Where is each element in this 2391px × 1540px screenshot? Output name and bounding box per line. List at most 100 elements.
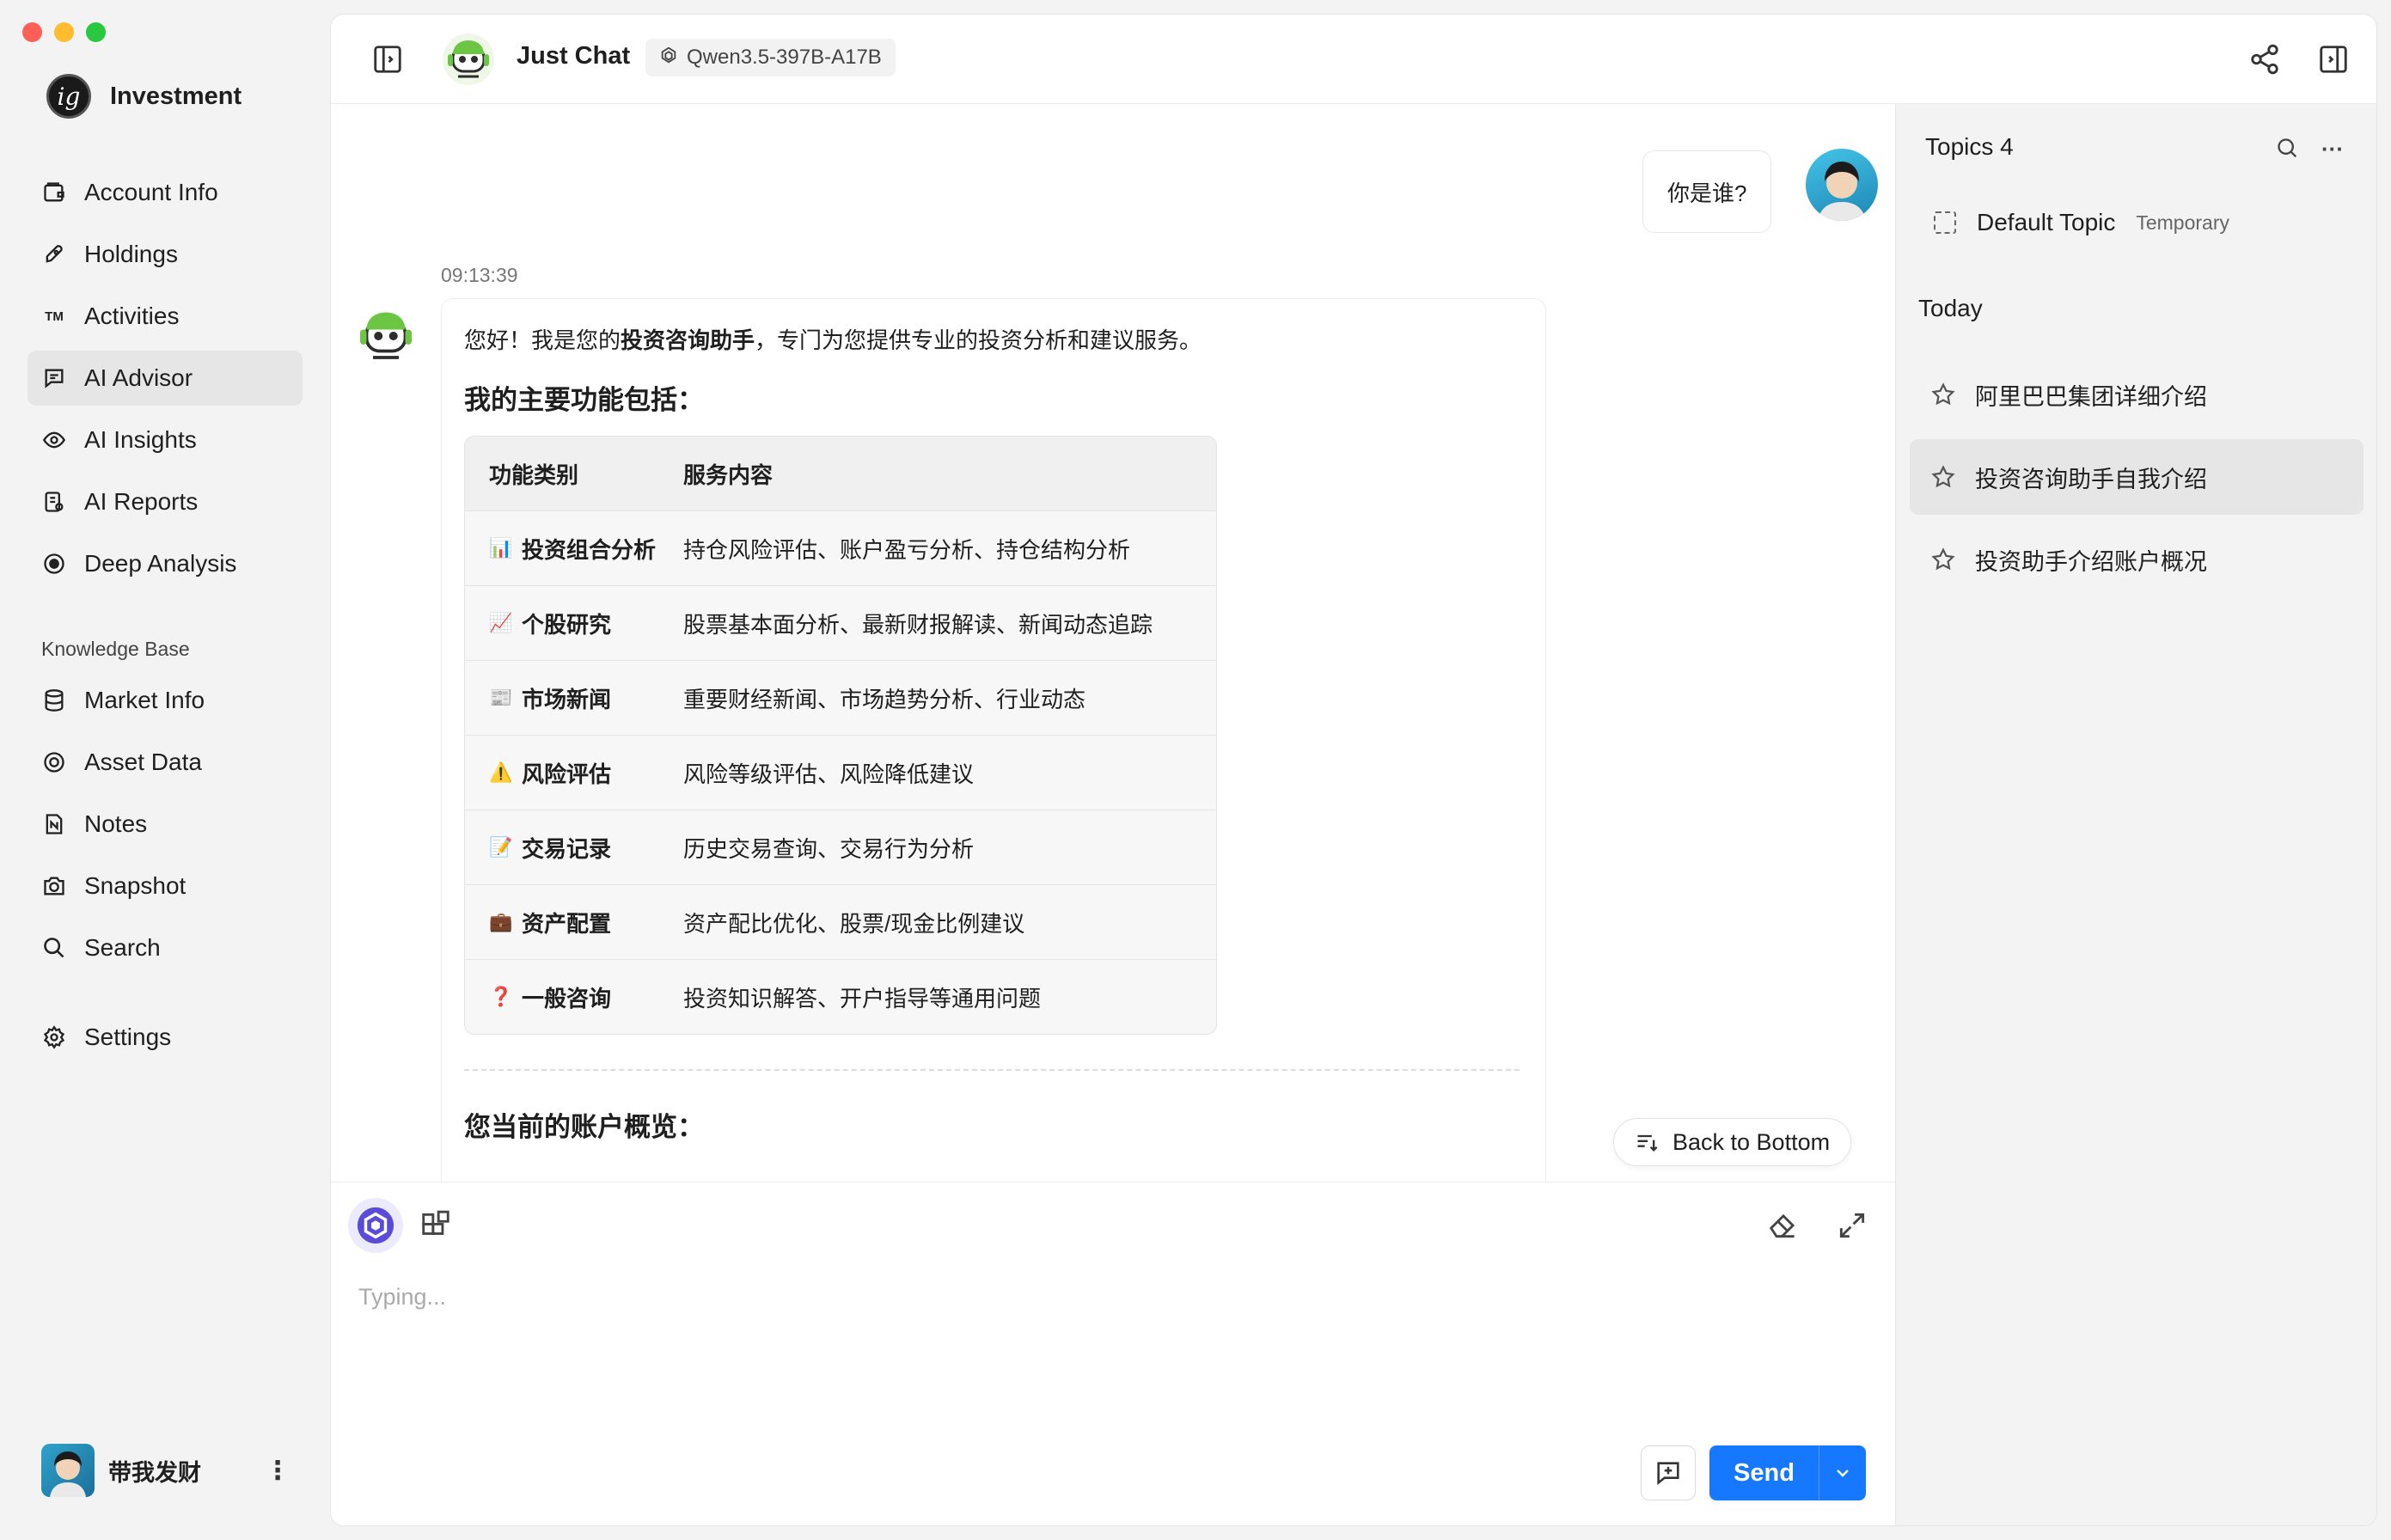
chevron-down-icon — [1837, 1470, 1849, 1477]
category: 个股研究 — [522, 611, 612, 638]
composer: Typing... Send — [331, 1182, 1895, 1525]
table-cell: 投资知识解答、开户指导等通用问题 — [683, 985, 1042, 1011]
table-cell: 股票基本面分析、最新财报解读、新闻动态追踪 — [683, 611, 1153, 638]
main-nav: Account Info Holdings TM Activities AI A… — [28, 165, 303, 1072]
warning-icon: ⚠️ — [489, 761, 513, 783]
topic-item[interactable]: 阿里巴巴集团详细介绍 — [1910, 357, 2363, 432]
camera-icon — [41, 873, 67, 899]
send-options-button[interactable] — [1819, 1445, 1866, 1500]
search-icon — [41, 935, 67, 961]
category: 交易记录 — [522, 835, 612, 862]
sidebar-item-ai-insights[interactable]: AI Insights — [28, 412, 303, 468]
topics-panel: Topics 4 ··· Default Topic Temporary Tod… — [1895, 104, 2376, 1525]
sidebar-item-label: Market Info — [84, 687, 205, 713]
message-timestamp: 09:13:39 — [441, 264, 518, 286]
search-topics-button[interactable] — [2271, 131, 2305, 166]
table-row: 📊 投资组合分析 持仓风险评估、账户盈亏分析、持仓结构分析 — [465, 510, 1216, 585]
bot-intro: 您好！我是您的投资咨询助手，专门为您提供专业的投资分析和建议服务。 — [464, 323, 1523, 358]
category: 风险评估 — [522, 761, 612, 787]
default-topic[interactable]: Default Topic Temporary — [1917, 195, 2363, 250]
table-cell: 历史交易查询、交易行为分析 — [683, 835, 975, 862]
features-table: 功能类别 服务内容 📊 投资组合分析 持仓风险评估、账户盈亏分析、持仓结构分析 📈 个… — [464, 436, 1217, 1035]
eye-icon — [41, 427, 67, 453]
table-row: 💼 资产配置 资产配比优化、股票/现金比例建议 — [465, 884, 1216, 959]
eraser-icon — [1769, 1213, 1795, 1238]
category: 资产配置 — [522, 910, 612, 937]
sidebar-item-label: Notes — [84, 810, 148, 837]
account-overview-heading: 您当前的账户概览： — [464, 1112, 704, 1142]
star-icon[interactable] — [1930, 464, 1956, 490]
apps-icon — [422, 1210, 449, 1235]
sidebar-item-ai-advisor[interactable]: AI Advisor — [28, 351, 303, 406]
target-icon — [41, 749, 67, 775]
default-topic-label: Default Topic — [1977, 209, 2116, 235]
target-icon — [41, 551, 67, 577]
table-header: 功能类别 — [489, 461, 579, 488]
table-row: ⚠️ 风险评估 风险等级评估、风险降低建议 — [465, 735, 1216, 810]
clear-button[interactable] — [1756, 1198, 1811, 1253]
table-row: 📰 市场新闻 重要财经新闻、市场趋势分析、行业动态 — [465, 660, 1216, 735]
table-cell: 📈 个股研究 — [465, 608, 683, 639]
topic-group-heading: Today — [1918, 295, 1983, 321]
table-row: 📝 交易记录 历史交易查询、交易行为分析 — [465, 810, 1216, 884]
sidebar-item-ai-reports[interactable]: AI Reports — [28, 474, 303, 529]
model-icon — [659, 46, 678, 70]
sidebar-item-label: Settings — [84, 1024, 172, 1050]
star-icon[interactable] — [1930, 547, 1956, 572]
sidebar-item-holdings[interactable]: Holdings — [28, 227, 303, 282]
wallet-icon — [41, 180, 67, 205]
topic-item[interactable]: 投资助手介绍账户概况 — [1910, 522, 2363, 597]
table-cell: 风险等级评估、风险降低建议 — [683, 761, 975, 787]
new-topic-button[interactable] — [1641, 1445, 1696, 1500]
user-message: 你是谁? — [1642, 150, 1772, 233]
add-comment-icon — [1657, 1462, 1679, 1485]
trademark-icon: TM — [45, 309, 64, 324]
back-to-bottom-label: Back to Bottom — [1672, 1128, 1831, 1155]
sidebar-item-asset-data[interactable]: Asset Data — [28, 735, 303, 790]
table-cell: 资产配比优化、股票/现金比例建议 — [683, 910, 1025, 937]
table-row: ❓ 一般咨询 投资知识解答、开户指导等通用问题 — [465, 959, 1216, 1034]
bot-message: 您好！我是您的投资咨询助手，专门为您提供专业的投资分析和建议服务。 我的主要功能… — [441, 298, 1546, 1182]
table-cell: 持仓风险评估、账户盈亏分析、持仓结构分析 — [683, 536, 1131, 563]
intro-text: 您好！我是您的 — [464, 327, 621, 353]
sidebar-item-label: AI Insights — [84, 426, 197, 453]
star-icon[interactable] — [1930, 382, 1956, 407]
chart-icon: 📊 — [489, 537, 513, 559]
sidebar-item-search[interactable]: Search — [28, 920, 303, 975]
brand: ig Investment — [46, 74, 242, 119]
message-input[interactable]: Typing... — [358, 1284, 446, 1311]
briefcase-icon: 💼 — [489, 911, 513, 932]
user-profile[interactable]: 带我发财 ⋮ — [41, 1444, 290, 1497]
model-selector[interactable]: Qwen3.5-397B-A17B — [645, 39, 896, 76]
sidebar-item-settings[interactable]: Settings — [28, 1010, 303, 1065]
chat-icon — [41, 365, 67, 391]
topic-label: 投资助手介绍账户概况 — [1975, 548, 2207, 575]
toggle-sidebar-button[interactable] — [367, 39, 408, 80]
sidebar-item-market-info[interactable]: Market Info — [28, 673, 303, 728]
intro-text: ，专门为您提供专业的投资分析和建议服务。 — [755, 327, 1202, 353]
share-button[interactable] — [2244, 39, 2285, 80]
toggle-topics-button[interactable] — [2313, 39, 2354, 80]
back-to-bottom-button[interactable]: Back to Bottom — [1613, 1118, 1852, 1166]
table-cell: 📝 交易记录 — [465, 832, 683, 864]
knowledge-base-heading: Knowledge Base — [41, 638, 190, 660]
more-options-icon[interactable]: ⋮ — [265, 1456, 290, 1486]
plugins-button[interactable] — [408, 1198, 463, 1253]
model-switch-button[interactable] — [348, 1198, 403, 1253]
send-button[interactable]: Send — [1709, 1445, 1819, 1500]
topic-item[interactable]: 投资咨询助手自我介绍 — [1910, 439, 2363, 515]
sidebar-item-activities[interactable]: TM Activities — [28, 289, 303, 344]
sidebar-item-snapshot[interactable]: Snapshot — [28, 859, 303, 914]
bot-avatar-icon — [441, 32, 496, 91]
user-avatar — [1806, 149, 1878, 221]
topics-more-button[interactable]: ··· — [2315, 131, 2350, 166]
category: 一般咨询 — [522, 985, 612, 1011]
sidebar-item-account-info[interactable]: Account Info — [28, 165, 303, 220]
table-cell: 💼 资产配置 — [465, 907, 683, 938]
expand-button[interactable] — [1825, 1198, 1880, 1253]
main-panel: Just Chat Qwen3.5-397B-A17B 你是谁? 09:13:3… — [330, 14, 2377, 1526]
sidebar-item-deep-analysis[interactable]: Deep Analysis — [28, 536, 303, 591]
sidebar-item-notes[interactable]: Notes — [28, 797, 303, 852]
report-icon — [41, 489, 67, 515]
sidebar-item-label: Snapshot — [84, 872, 187, 899]
